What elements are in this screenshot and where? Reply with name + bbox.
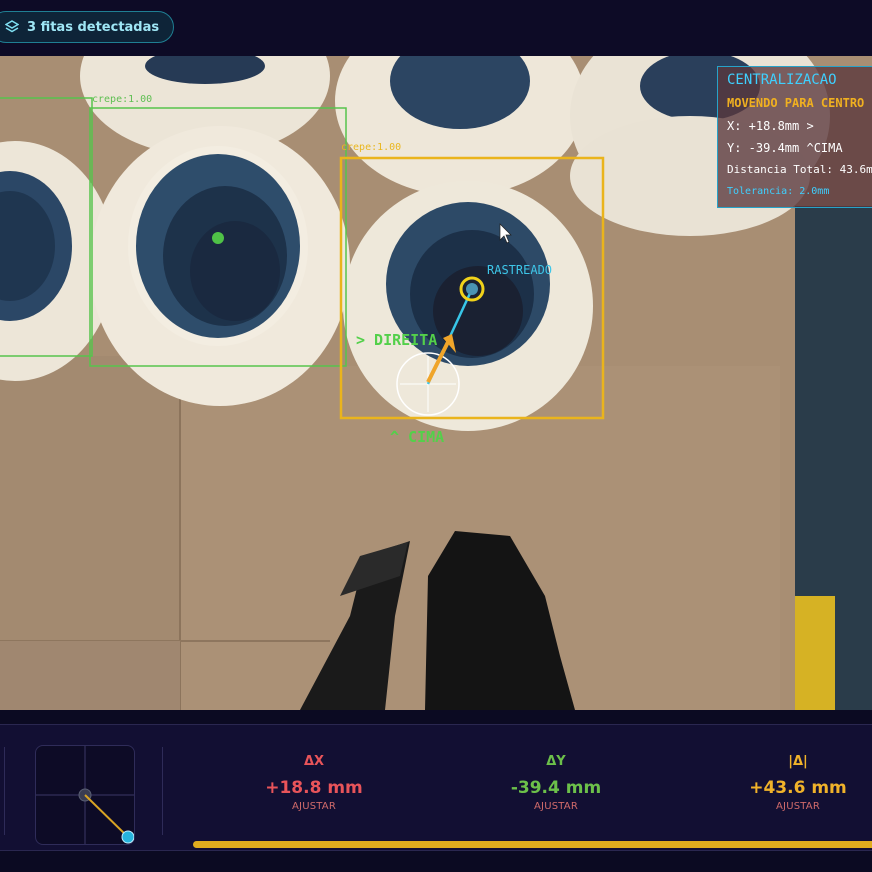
distance-stat: |Δ| +43.6 mm AJUSTAR xyxy=(718,754,872,812)
tracked-label: RASTREADO xyxy=(487,263,553,277)
delta-x-stat: ΔX +18.8 mm AJUSTAR xyxy=(234,754,394,812)
distance-header: |Δ| xyxy=(788,754,808,769)
delta-y-header: ΔY xyxy=(546,754,566,769)
delta-y-value: -39.4 mm xyxy=(510,778,602,798)
detections-badge[interactable]: 3 fitas detectadas xyxy=(0,11,175,43)
layers-icon xyxy=(5,20,19,33)
top-bar: 3 fitas detectadas xyxy=(0,0,872,56)
overlay-y-line: Y: -39.4mm ^CIMA xyxy=(727,141,843,155)
overlay-status: MOVENDO PARA CENTRO xyxy=(727,96,865,110)
delta-y-stat: ΔY -39.4 mm AJUSTAR xyxy=(476,754,636,812)
detections-count-label: 3 fitas detectadas xyxy=(27,19,160,35)
overlay-x-line: X: +18.8mm > xyxy=(727,119,814,133)
offset-radar xyxy=(35,745,135,845)
overlay-tolerance-line: Tolerancia: 2.0mm xyxy=(727,186,830,197)
radar-graphic xyxy=(36,746,135,844)
camera-feed: crepe:1.00 crepe:1.00 RASTREADO > DIREIT… xyxy=(0,56,872,710)
status-panel: ΔX +18.8 mm AJUSTAR ΔY -39.4 mm AJUSTAR … xyxy=(0,724,872,851)
direction-y-label: ^ CIMA xyxy=(390,428,445,446)
overlay-title: CENTRALIZACAO xyxy=(727,72,837,88)
bottom-panel-area: ΔX +18.8 mm AJUSTAR ΔY -39.4 mm AJUSTAR … xyxy=(0,710,872,872)
divider xyxy=(162,747,163,835)
delta-y-sub: AJUSTAR xyxy=(534,801,578,812)
divider xyxy=(4,747,5,835)
distance-sub: AJUSTAR xyxy=(776,801,820,812)
yellow-box-label: crepe:1.00 xyxy=(341,142,402,153)
overlay-distance-line: Distancia Total: 43.6mm xyxy=(727,163,872,176)
delta-x-sub: AJUSTAR xyxy=(292,801,336,812)
distance-value: +43.6 mm xyxy=(749,778,847,798)
centering-overlay: CENTRALIZACAO MOVENDO PARA CENTRO X: +18… xyxy=(717,66,872,208)
delta-x-value: +18.8 mm xyxy=(265,778,363,798)
direction-x-label: > DIREITA xyxy=(356,331,438,349)
delta-x-header: ΔX xyxy=(303,754,325,769)
distance-progress-bar xyxy=(193,841,872,848)
green-box-label: crepe:1.00 xyxy=(92,94,153,105)
